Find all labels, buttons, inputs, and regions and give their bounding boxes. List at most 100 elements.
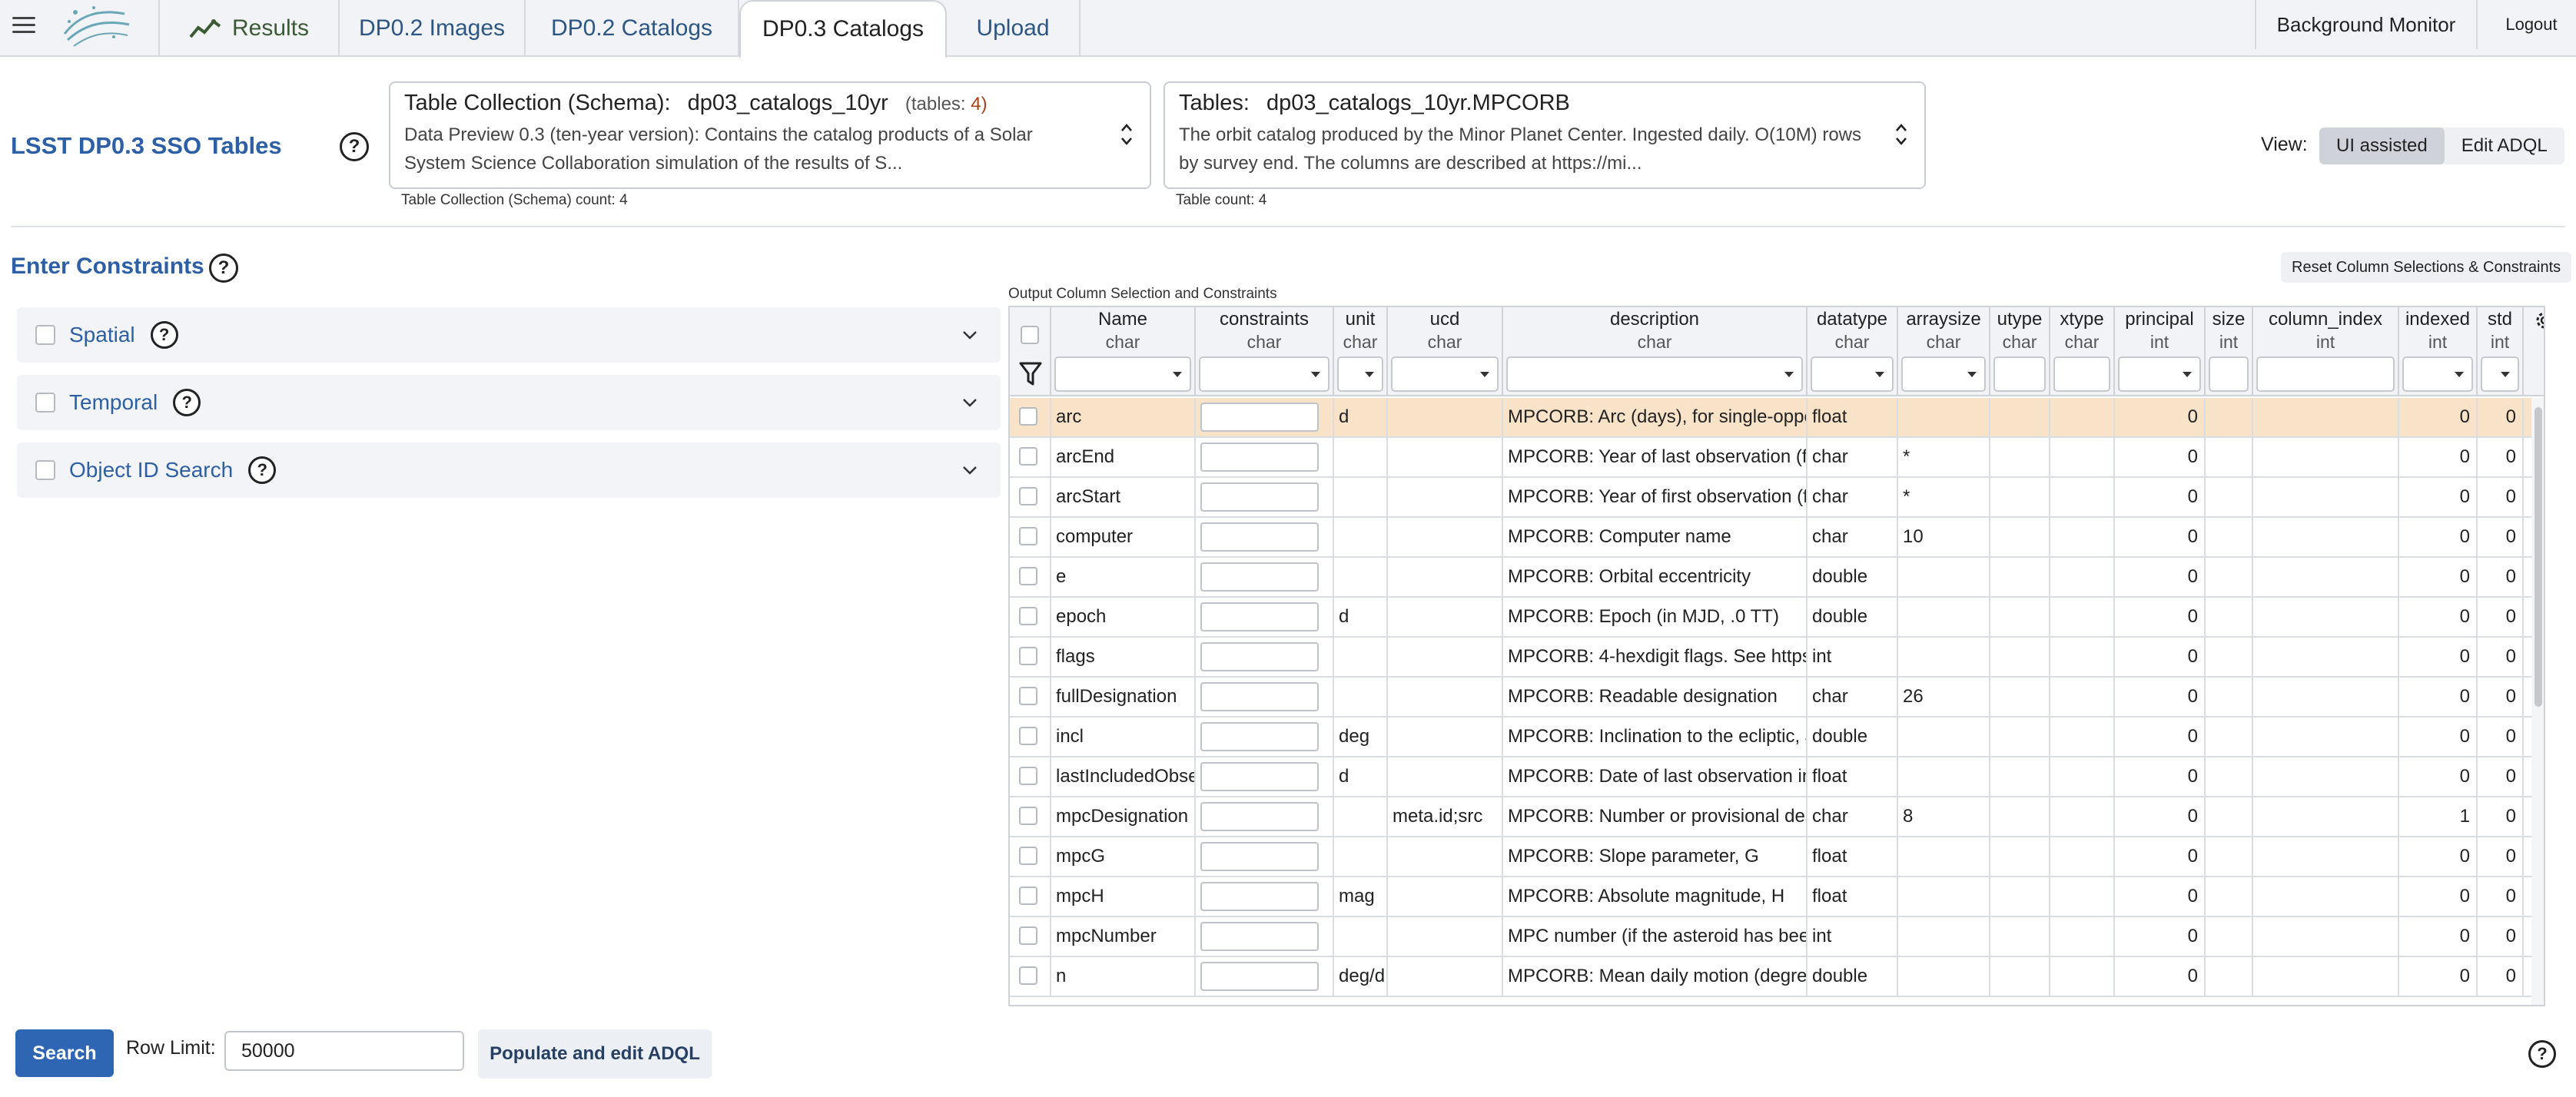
populate-adql-button[interactable]: Populate and edit ADQL bbox=[478, 1029, 712, 1079]
tab-upload[interactable]: Upload bbox=[947, 0, 1081, 57]
row-checkbox[interactable] bbox=[1019, 966, 1037, 985]
column-header-size[interactable]: size int bbox=[2206, 307, 2253, 396]
row-checkbox[interactable] bbox=[1019, 407, 1037, 426]
object-id-help-icon[interactable]: ? bbox=[248, 456, 277, 484]
table-row[interactable]: computer MPCORB: Computer name char 10 0 0 0 bbox=[1010, 518, 2544, 558]
spatial-section[interactable]: Spatial ? bbox=[17, 307, 1001, 363]
column-filter-input[interactable] bbox=[2481, 356, 2519, 392]
row-checkbox[interactable] bbox=[1019, 926, 1037, 945]
column-header-Name[interactable]: Name char bbox=[1051, 307, 1196, 396]
row-checkbox[interactable] bbox=[1019, 807, 1037, 825]
column-filter-input[interactable] bbox=[1391, 356, 1499, 392]
constraint-input[interactable] bbox=[1200, 562, 1319, 592]
gear-icon[interactable] bbox=[2533, 309, 2544, 335]
hamburger-menu-icon[interactable] bbox=[5, 6, 43, 43]
temporal-help-icon[interactable]: ? bbox=[173, 389, 201, 416]
select-all-checkbox[interactable] bbox=[1021, 326, 1039, 344]
filter-icon[interactable] bbox=[1019, 361, 1042, 391]
column-header-xtype[interactable]: xtype char bbox=[2050, 307, 2115, 396]
chevron-down-icon[interactable] bbox=[961, 326, 979, 348]
background-monitor-button[interactable]: Background Monitor bbox=[2255, 0, 2478, 49]
row-checkbox[interactable] bbox=[1019, 527, 1037, 545]
constraint-input[interactable] bbox=[1200, 642, 1319, 671]
constraint-input[interactable] bbox=[1200, 882, 1319, 911]
table-row[interactable]: arcEnd MPCORB: Year of last observation (… bbox=[1010, 438, 2544, 478]
constraint-input[interactable] bbox=[1200, 722, 1319, 751]
column-filter-input[interactable] bbox=[2256, 356, 2395, 392]
table-row[interactable]: arcStart MPCORB: Year of first observatio… bbox=[1010, 478, 2544, 518]
table-row[interactable]: mpcDesignation meta.id;src MPCORB: Number … bbox=[1010, 797, 2544, 837]
column-header-ucd[interactable]: ucd char bbox=[1388, 307, 1503, 396]
vertical-scrollbar[interactable] bbox=[2531, 398, 2544, 1005]
object-id-section[interactable]: Object ID Search ? bbox=[17, 442, 1001, 498]
constraint-input[interactable] bbox=[1200, 922, 1319, 951]
row-checkbox[interactable] bbox=[1019, 607, 1037, 625]
column-filter-input[interactable] bbox=[1506, 356, 1803, 392]
column-filter-input[interactable] bbox=[2402, 356, 2473, 392]
help-icon[interactable]: ? bbox=[2528, 1040, 2556, 1068]
table-row[interactable]: n deg/d MPCORB: Mean daily motion (degrees… bbox=[1010, 957, 2544, 997]
row-checkbox[interactable] bbox=[1019, 767, 1037, 785]
constraint-input[interactable] bbox=[1200, 482, 1319, 512]
constraint-input[interactable] bbox=[1200, 602, 1319, 631]
constraint-input[interactable] bbox=[1200, 403, 1319, 432]
row-checkbox[interactable] bbox=[1019, 727, 1037, 745]
object-id-checkbox[interactable] bbox=[35, 460, 55, 480]
constraint-input[interactable] bbox=[1200, 442, 1319, 472]
table-row[interactable]: fullDesignation MPCORB: Readable designat… bbox=[1010, 678, 2544, 718]
column-header-principal[interactable]: principal int bbox=[2115, 307, 2206, 396]
spatial-help-icon[interactable]: ? bbox=[150, 321, 178, 349]
column-header-description[interactable]: description char bbox=[1503, 307, 1808, 396]
tab-dp02-images[interactable]: DP0.2 Images bbox=[340, 0, 526, 57]
table-row[interactable]: lastIncludedObservation d MPCORB: Date of … bbox=[1010, 757, 2544, 797]
constraint-input[interactable] bbox=[1200, 842, 1319, 871]
constraint-input[interactable] bbox=[1200, 802, 1319, 831]
column-filter-input[interactable] bbox=[1993, 356, 2046, 392]
table-row[interactable]: mpcG MPCORB: Slope parameter, Gfloat 0 0 0 bbox=[1010, 837, 2544, 877]
column-header-datatype[interactable]: datatype char bbox=[1808, 307, 1898, 396]
row-checkbox[interactable] bbox=[1019, 447, 1037, 466]
column-filter-input[interactable] bbox=[2118, 356, 2201, 392]
table-row[interactable]: incl deg MPCORB: Inclination to the eclipt… bbox=[1010, 718, 2544, 757]
row-checkbox[interactable] bbox=[1019, 847, 1037, 865]
column-filter-input[interactable] bbox=[1054, 356, 1191, 392]
column-header-std[interactable]: std int bbox=[2478, 307, 2524, 396]
spatial-checkbox[interactable] bbox=[35, 325, 55, 345]
view-ui-assisted-button[interactable]: UI assisted bbox=[2319, 128, 2445, 164]
column-header-unit[interactable]: unit char bbox=[1334, 307, 1388, 396]
row-checkbox[interactable] bbox=[1019, 887, 1037, 905]
temporal-checkbox[interactable] bbox=[35, 393, 55, 413]
row-checkbox[interactable] bbox=[1019, 567, 1037, 585]
constraint-input[interactable] bbox=[1200, 522, 1319, 552]
tab-results[interactable]: Results bbox=[158, 0, 340, 57]
constraints-help-icon[interactable]: ? bbox=[209, 254, 238, 283]
page-help-icon[interactable]: ? bbox=[340, 132, 369, 161]
row-checkbox[interactable] bbox=[1019, 647, 1037, 665]
tab-dp03-catalogs[interactable]: DP0.3 Catalogs bbox=[739, 0, 947, 58]
column-header-constraints[interactable]: constraints char bbox=[1196, 307, 1334, 396]
column-header-utype[interactable]: utype char bbox=[1990, 307, 2050, 396]
reset-columns-button[interactable]: Reset Column Selections & Constraints bbox=[2281, 252, 2572, 283]
constraint-input[interactable] bbox=[1200, 962, 1319, 991]
column-header-arraysize[interactable]: arraysize char bbox=[1898, 307, 1990, 396]
column-filter-input[interactable] bbox=[1199, 356, 1329, 392]
row-limit-input[interactable]: 50000 bbox=[224, 1031, 464, 1071]
column-filter-input[interactable] bbox=[1901, 356, 1986, 392]
table-row[interactable]: flags MPCORB: 4-hexdigit flags. See https… bbox=[1010, 638, 2544, 678]
tab-dp02-catalogs[interactable]: DP0.2 Catalogs bbox=[526, 0, 739, 57]
column-filter-input[interactable] bbox=[2209, 356, 2249, 392]
search-button[interactable]: Search bbox=[15, 1029, 114, 1077]
table-row[interactable]: e MPCORB: Orbital eccentricity double 0 0 0 bbox=[1010, 558, 2544, 598]
column-filter-input[interactable] bbox=[1811, 356, 1894, 392]
constraint-input[interactable] bbox=[1200, 762, 1319, 791]
table-row[interactable]: mpcNumber MPC number (if the asteroid has… bbox=[1010, 917, 2544, 957]
row-checkbox[interactable] bbox=[1019, 487, 1037, 505]
constraint-input[interactable] bbox=[1200, 682, 1319, 711]
column-filter-input[interactable] bbox=[2053, 356, 2110, 392]
scrollbar-thumb[interactable] bbox=[2535, 407, 2542, 707]
column-filter-input[interactable] bbox=[1337, 356, 1383, 392]
logout-button[interactable]: Logout bbox=[2501, 0, 2562, 49]
chevron-down-icon[interactable] bbox=[961, 461, 979, 483]
schema-selector[interactable]: Table Collection (Schema): dp03_catalogs… bbox=[389, 81, 1151, 189]
view-edit-adql-button[interactable]: Edit ADQL bbox=[2445, 128, 2564, 164]
